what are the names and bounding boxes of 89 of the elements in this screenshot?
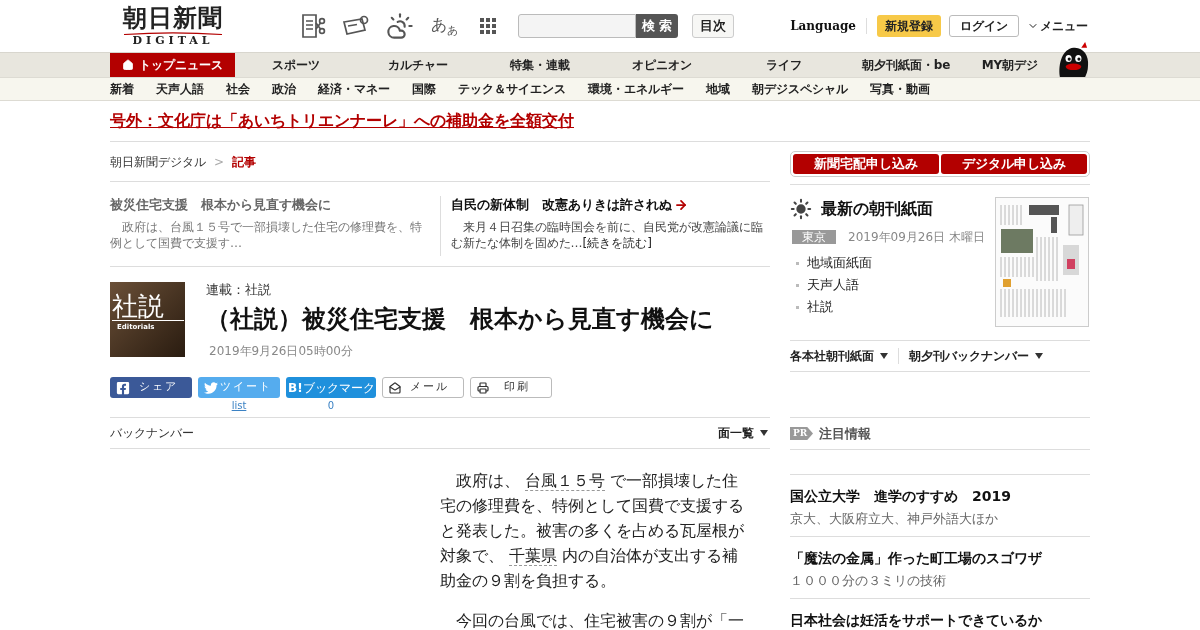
logo-swoosh-icon [123,31,223,35]
article-paragraph: 今回の台風では、住宅被害の９割が「一 [455,610,745,630]
main-nav-tab[interactable]: 朝夕刊紙面・be [845,53,967,77]
sub-nav-link[interactable]: 政治 [272,80,296,98]
login-button[interactable]: ログイン [949,15,1019,37]
logo-wordmark[interactable]: 朝日新聞 [123,5,223,31]
weather-icon[interactable] [386,12,414,40]
sub-nav-link[interactable]: 経済・マネー [318,80,390,98]
tweet-list-link[interactable]: list [231,400,247,412]
breadcrumb-link[interactable]: 朝日新聞デジタル [110,152,206,171]
sub-nav-link[interactable]: 朝デジスペシャル [752,80,848,98]
sub-nav-link[interactable]: 新着 [110,80,134,98]
promo-title[interactable]: 日本社会は妊活をサポートできているか [790,611,1090,630]
page-list-button[interactable]: 面一覧 [718,424,768,442]
bird-icon [204,380,218,395]
promo-title[interactable]: 国公立大学 進学のすすめ 2019 [790,487,1090,506]
related-article-title[interactable]: 被災住宅支援 根本から見直す機会に [110,195,331,215]
bullet-icon [796,261,799,265]
promo-subtitle: １０００分の３ミリの技術 [790,572,947,590]
series-label: 連載：社説 [206,282,272,298]
apps-grid-icon[interactable] [480,18,496,34]
related-article-summary: 来月４日召集の臨時国会を前に、自民党が改憲論議に臨む新たな体制を固めた…[続きを読む] [450,219,764,251]
facebook-icon [116,380,130,395]
promo-subtitle: 京大、大阪府立大、神戸外語大ほか [790,510,999,528]
article-title: （社説）被災住宅支援 根本から見直す機会に [206,304,714,335]
apply-button[interactable]: デジタル申し込み [941,154,1087,174]
main-nav-tab[interactable]: トップニュース [110,53,235,77]
dropdown-button[interactable]: 朝夕刊バックナンバー [909,347,1043,365]
mail-icon [389,381,401,394]
related-article-summary: 政府は、台風１５号で一部損壊した住宅の修理費を、特例として国費で支援す… [110,219,423,251]
section-title: 注目情報 [819,424,871,443]
related-article-title[interactable]: 自民の新体制 改憲ありきは許されぬ [450,195,672,215]
search-field[interactable] [518,14,636,38]
main-nav-tab[interactable]: カルチャー [357,53,479,77]
sub-nav-link[interactable]: 社会 [226,80,250,98]
article-paragraph: 政府は、 台風１５号 で一部損壊した住宅の修理費を、特例として国費で支援すると発表した。被害の多くを占める瓦屋根が対象で、 千葉県 内の自治体が支出する補助金の９割を負担する。 [440,470,745,592]
caret-down-icon [760,430,768,436]
paper-section-link[interactable]: 地域面紙面 [807,253,872,273]
newspaper-page-drawing[interactable] [995,197,1089,327]
sun-icon [790,198,812,220]
pr-tag: PR [790,427,813,440]
share-button[interactable]: メール [382,377,464,398]
back-number-label: バックナンバー [110,425,194,442]
caret-down-icon [880,353,888,359]
dropdown-button[interactable]: 各本社朝刊紙面 [790,347,888,365]
breadcrumb-link[interactable]: 記事 [232,152,257,171]
region-tag: 東京 [792,230,836,244]
search-button[interactable]: 検 索 [636,14,678,38]
article-date: 2019年9月26日05時00分 [209,343,354,359]
main-nav-tab[interactable]: ライフ [723,53,845,77]
main-nav-tab[interactable]: 特集・連載 [479,53,601,77]
caret-down-icon [1035,353,1043,359]
document-scissors-icon[interactable] [302,14,326,38]
logo-subtitle[interactable]: DIGITAL [132,35,214,47]
apply-button[interactable]: 新聞宅配申し込み [793,154,939,174]
promo-title[interactable]: 「魔法の金属」作った町工場のスゴワザ [790,549,1090,568]
editorial-image-title: 社説 [112,292,184,321]
sub-nav-link[interactable]: テック＆サイエンス [458,80,566,98]
ticket-icon[interactable] [343,15,369,37]
bullet-icon [796,283,799,287]
paper-section-link[interactable]: 社説 [807,297,833,317]
bookmark-mark: B! [288,381,303,394]
sub-nav-link[interactable]: 天声人語 [156,80,204,98]
sub-nav-link[interactable]: 写真・動画 [870,80,930,98]
sub-nav-link[interactable]: 環境・エネルギー [588,80,684,98]
printer-icon [477,381,489,394]
main-nav-tab[interactable]: MY朝デジ [967,53,1053,77]
sub-nav-link[interactable]: 国際 [412,80,436,98]
arrow-right-icon [673,198,688,212]
share-button[interactable]: 印刷 [470,377,552,398]
language-link[interactable]: Language [790,17,856,35]
main-nav-tab[interactable]: オピニオン [601,53,723,77]
menu-button[interactable]: メニュー [1027,17,1088,35]
breaking-news-link[interactable]: 号外：文化庁は「あいちトリエンナーレ」への補助金を全額交付 [110,109,574,133]
bookmark-count: 0 [327,400,335,412]
read-more-link[interactable]: [続きを読む] [582,236,652,250]
bullet-icon [796,305,799,309]
index-button[interactable]: 目次 [692,14,734,38]
breadcrumb-separator: > [214,153,225,171]
edition-date: 2019年09月26日 木曜日 [848,229,985,246]
signup-button[interactable]: 新規登録 [877,15,941,37]
home-icon [122,59,134,71]
keyword-link[interactable]: 台風１５号 [525,471,605,491]
paper-section-link[interactable]: 天声人語 [807,275,859,295]
keyword-link[interactable]: 千葉県 [509,546,557,566]
main-nav-tab[interactable]: スポーツ [235,53,357,77]
section-title: 最新の朝刊紙面 [821,198,933,220]
share-button[interactable]: シェア [110,377,192,398]
sub-nav-link[interactable]: 地域 [706,80,730,98]
